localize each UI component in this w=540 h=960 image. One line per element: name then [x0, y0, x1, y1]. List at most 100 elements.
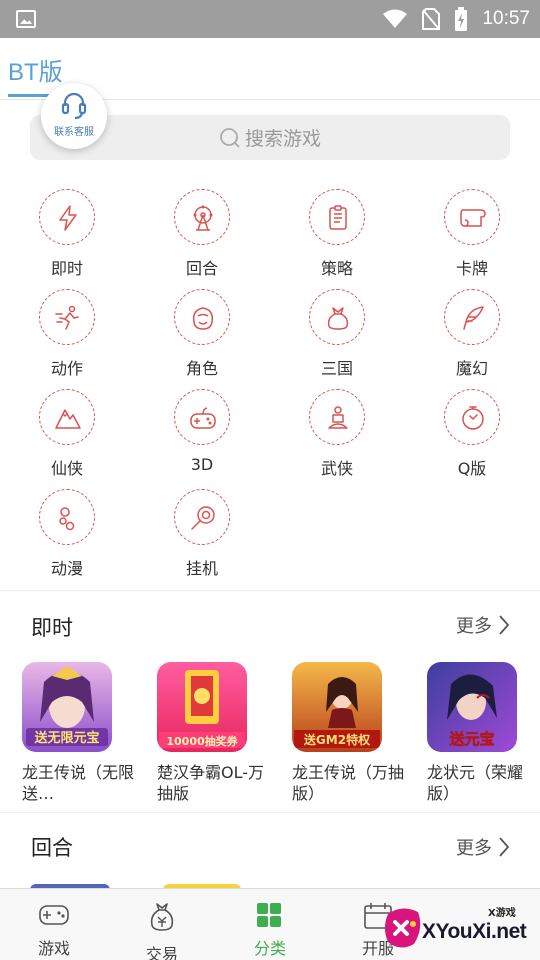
- customer-service-label: 联系客服: [54, 127, 94, 138]
- game-cover: 送GM2特权: [292, 662, 382, 752]
- martial-artist-icon: [328, 406, 348, 429]
- section-title-即时: 即时: [31, 616, 73, 640]
- lollipop-icon: [191, 506, 215, 530]
- gamepad-tab-icon: [39, 905, 69, 925]
- system-icons: 10:57: [382, 6, 530, 32]
- category-icon-circle: [174, 289, 230, 345]
- category-icon-circle: [444, 289, 500, 345]
- wifi-icon: [383, 9, 408, 28]
- no-sim-icon: [422, 8, 441, 30]
- watermark-text: XYouXi.net: [422, 920, 527, 943]
- category-label: 仙侠: [50, 459, 83, 478]
- game-name: 龙王传说（万抽版）: [292, 763, 405, 803]
- category-icon-circle: [39, 489, 95, 545]
- chevron-right-icon: [499, 837, 510, 857]
- tab-label: 分类: [253, 939, 286, 958]
- cover-text: 送GM2特权: [303, 732, 371, 747]
- tab-label: 交易: [145, 945, 178, 960]
- search-icon: [220, 127, 240, 148]
- category-label: 动作: [50, 359, 83, 378]
- tab-游戏[interactable]: 游戏: [0, 889, 108, 960]
- chevron-right-icon: [499, 615, 510, 635]
- category-item-角色[interactable]: 角色: [157, 289, 247, 389]
- more-label: 更多: [456, 838, 492, 859]
- section-divider: [0, 812, 540, 813]
- category-icon-circle: [174, 489, 230, 545]
- category-icon-circle: [39, 189, 95, 245]
- category-label: 动漫: [50, 559, 83, 578]
- category-icon-circle: [39, 389, 95, 445]
- section-title-回合: 回合: [31, 836, 73, 860]
- category-icon-circle: [309, 189, 365, 245]
- ferris-wheel-icon: [193, 205, 213, 231]
- category-item-策略[interactable]: 策略: [292, 189, 382, 289]
- status-time: 10:57: [482, 8, 530, 29]
- category-item-魔幻[interactable]: 魔幻: [427, 289, 517, 389]
- tab-label: 游戏: [37, 939, 70, 958]
- game-name: 龙王传说（无限送…: [22, 763, 135, 803]
- image-icon: [16, 10, 36, 28]
- category-icon-circle: [39, 289, 95, 345]
- category-item-挂机[interactable]: 挂机: [157, 489, 247, 589]
- category-icon-circle: [444, 389, 500, 445]
- more-button-回合[interactable]: 更多: [456, 834, 510, 860]
- category-item-即时[interactable]: 即时: [22, 189, 112, 289]
- category-label: 策略: [320, 259, 353, 278]
- bubbles-icon: [59, 507, 75, 531]
- game-cover: 送无限元宝: [22, 662, 112, 752]
- watermark-logo: [385, 908, 421, 948]
- category-item-卡牌[interactable]: 卡牌: [427, 189, 517, 289]
- section-divider: [0, 590, 540, 591]
- money-bag-icon: [327, 307, 349, 330]
- more-button-即时[interactable]: 更多: [456, 612, 510, 638]
- category-item-三国[interactable]: 三国: [292, 289, 382, 389]
- watermark: X游戏 XYouXi.net: [378, 896, 540, 960]
- game-name: 楚汉争霸OL-万抽版: [157, 763, 265, 803]
- category-item-动作[interactable]: 动作: [22, 289, 112, 389]
- category-label: 三国: [320, 359, 353, 378]
- category-icon-circle: [444, 189, 500, 245]
- category-icon-circle: [174, 189, 230, 245]
- category-icon-circle: [309, 289, 365, 345]
- stopwatch-icon: [462, 406, 484, 430]
- more-label: 更多: [456, 616, 492, 637]
- category-label: 武侠: [320, 459, 353, 478]
- search-placeholder: 搜索游戏: [244, 128, 321, 150]
- category-label: Q版: [457, 459, 487, 478]
- document-icon: [329, 205, 347, 230]
- category-label: 回合: [185, 259, 218, 278]
- category-item-仙侠[interactable]: 仙侠: [22, 389, 112, 489]
- character-icon: [192, 307, 214, 330]
- feather-icon: [463, 306, 484, 330]
- game-cover: 送元宝: [427, 662, 517, 752]
- headset-icon: [61, 92, 87, 120]
- gamepad-icon: [190, 407, 216, 429]
- category-label: 角色: [185, 359, 218, 378]
- category-item-回合[interactable]: 回合: [157, 189, 247, 289]
- tab-交易[interactable]: 交易: [108, 889, 216, 960]
- cover-text: 10000抽奖券: [166, 734, 238, 748]
- customer-service-button[interactable]: 联系客服: [41, 83, 107, 149]
- mountain-icon: [55, 409, 81, 429]
- battery-charging-icon: [455, 7, 468, 31]
- cover-text: 送无限元宝: [33, 730, 99, 746]
- page-title[interactable]: BT版: [8, 52, 63, 87]
- money-bag-tab-icon: [150, 903, 174, 931]
- game-cover: 10000抽奖券: [157, 662, 247, 752]
- watermark-small-text: X游戏: [488, 908, 516, 919]
- lightning-icon: [59, 205, 77, 231]
- scroll-icon: [460, 209, 486, 227]
- category-label: 即时: [50, 259, 83, 278]
- category-item-武侠[interactable]: 武侠: [292, 389, 382, 489]
- cover-text: 送元宝: [448, 730, 494, 748]
- category-label: 卡牌: [455, 259, 488, 278]
- category-label: 挂机: [185, 559, 218, 578]
- category-item-动漫[interactable]: 动漫: [22, 489, 112, 589]
- category-item-Q版[interactable]: Q版: [427, 389, 517, 489]
- grid-tab-icon: [257, 903, 281, 927]
- category-label: 魔幻: [455, 359, 488, 378]
- tab-分类[interactable]: 分类: [216, 889, 324, 960]
- category-icon-circle: [309, 389, 365, 445]
- category-icon-circle: [174, 389, 230, 445]
- category-item-3D[interactable]: 3D: [157, 389, 247, 489]
